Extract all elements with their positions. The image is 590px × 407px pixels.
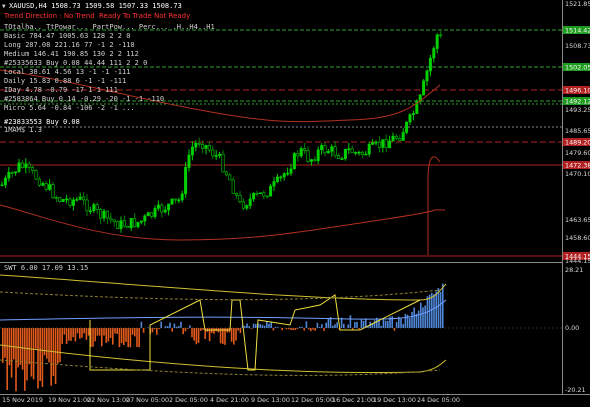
- table-row: Micro 5.64 -0.84 -106 -2 -1 ...: [4, 104, 135, 112]
- time-axis-label: 15 Nov 2019: [2, 396, 43, 404]
- time-axis-label: 16 Dec 21:00: [332, 396, 375, 404]
- symbol-info: XAUUSD,H4 1508.73 1509.58 1507.33 1508.7…: [9, 2, 182, 10]
- price-axis-label: 1521.85: [565, 0, 590, 8]
- price-axis-label: 1485.65: [565, 127, 590, 135]
- mt4-chart-window: 1514.42 1502.05 1496.10 1492.12 1489.20 1472.…: [0, 0, 590, 407]
- text-overlay: ▼ XAUUSD,H4 1508.73 1509.58 1507.33 1508…: [2, 0, 590, 404]
- time-axis-label: 12 Dec 05:00: [291, 396, 334, 404]
- indicator-axis-label: -20.21: [565, 386, 586, 394]
- info-table: Basic 784.47 1005.63 128 2 2 0 Long 287.…: [4, 32, 164, 134]
- dropdown-triangle-icon[interactable]: ▼: [2, 3, 6, 10]
- ready-to-trade-status: Ready To Trade: [99, 12, 152, 20]
- extra-line: 1MAM$ 1.3: [4, 126, 42, 134]
- price-axis-label: 1493.25: [565, 106, 590, 114]
- table-header: TOtalha.. TtPowar... PartPow... Perc... …: [4, 23, 215, 31]
- price-axis-label: 1444.15: [565, 257, 590, 265]
- table-row: IDay 4.78 -0.79 -17 1 1 111: [4, 86, 118, 94]
- time-axis: 15 Nov 2019 19 Nov 21:00 22 Nov 13:00 27…: [2, 396, 460, 404]
- indicator-axis-label: 28.21: [565, 266, 583, 274]
- price-axis: 1521.85 1508.73 1493.25 1485.65 1479.60 …: [565, 0, 590, 265]
- time-axis-label: 19 Dec 13:00: [373, 396, 416, 404]
- time-axis-label: 24 Dec 05:00: [417, 396, 460, 404]
- indicator-axis: 28.21 0.00 -20.21: [565, 266, 586, 394]
- order-label: #23833553 Buy 0.08: [4, 118, 80, 126]
- table-row: #25335633 Buy 0.08 44.44 111 2 2 0: [4, 59, 147, 67]
- time-axis-label: 2 Dec 05:00: [169, 396, 208, 404]
- time-axis-label: 22 Nov 13:00: [87, 396, 130, 404]
- table-row: Long 287.08 221.16 77 -1 2 -110: [4, 41, 135, 49]
- table-row: Basic 784.47 1005.63 128 2 2 0: [4, 32, 130, 40]
- price-axis-label: 1470.10: [565, 170, 590, 178]
- table-row: Medium 146.41 190.85 130 2 2 112: [4, 50, 139, 58]
- table-row: Daily 15.83 0.88 6 -1 -1 -111: [4, 77, 126, 85]
- table-row: #2583864 Buy 0.14 -0.29 -20 -1 -1 -110: [4, 95, 164, 103]
- price-axis-label: 1479.60: [565, 149, 590, 157]
- price-axis-label: 1463.65: [565, 216, 590, 224]
- time-axis-label: 9 Dec 13:00: [251, 396, 290, 404]
- time-axis-label: 19 Nov 21:00: [48, 396, 91, 404]
- price-axis-label: 1508.73: [565, 42, 590, 50]
- price-axis-label: 1458.60: [565, 234, 590, 242]
- not-ready-status: Not Ready: [154, 12, 190, 20]
- indicator-axis-label: 0.00: [565, 324, 579, 332]
- trend-direction-status: Trend Direction : No Trend: [3, 12, 95, 20]
- indicator-title: SWT 6.00 17.09 13.15: [4, 264, 88, 272]
- table-row: Local 38.61 4.56 13 -1 -1 -111: [4, 68, 130, 76]
- time-axis-label: 27 Nov 05:00: [126, 396, 169, 404]
- time-axis-label: 4 Dec 21:00: [210, 396, 249, 404]
